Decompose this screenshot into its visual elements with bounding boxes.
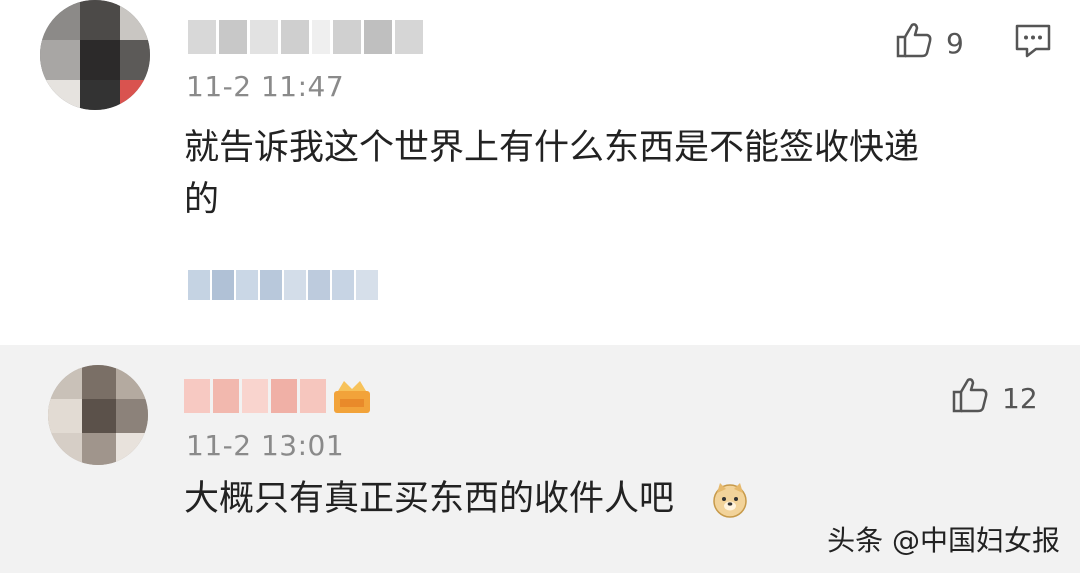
comment-2: 11-2 13:01 大概只有真正买东西的收件人吧 12 头条 @中国妇女报	[0, 345, 1080, 573]
timestamp: 11-2 13:01	[186, 429, 345, 462]
doge-emoji-icon	[711, 481, 749, 523]
thumb-up-icon	[894, 20, 934, 67]
username-blurred[interactable]	[184, 379, 326, 413]
comment-text-line: 就告诉我这个世界上有什么东西是不能签收快递	[184, 128, 920, 168]
comment-text: 就告诉我这个世界上有什么东西是不能签收快递 的	[184, 122, 1044, 226]
crown-badge-icon	[330, 377, 374, 421]
comment-icon[interactable]	[1014, 22, 1052, 64]
watermark: 头条 @中国妇女报	[827, 524, 1060, 557]
comment-text: 大概只有真正买东西的收件人吧	[184, 473, 674, 525]
comment-text-line: 的	[184, 180, 220, 220]
comment-1: 11-2 11:47 就告诉我这个世界上有什么东西是不能签收快递 的 9	[0, 0, 1080, 345]
avatar[interactable]	[48, 365, 148, 465]
view-replies-link-blurred[interactable]	[188, 270, 378, 300]
comment-text-line: 大概只有真正买东西的收件人吧	[184, 479, 675, 519]
username-blurred[interactable]	[188, 20, 423, 54]
like-button[interactable]: 9	[894, 20, 964, 67]
avatar[interactable]	[40, 0, 150, 110]
like-button[interactable]: 12	[950, 375, 1038, 422]
timestamp: 11-2 11:47	[186, 70, 345, 103]
like-count: 9	[946, 27, 964, 60]
thumb-up-icon	[950, 375, 990, 422]
like-count: 12	[1002, 382, 1038, 415]
